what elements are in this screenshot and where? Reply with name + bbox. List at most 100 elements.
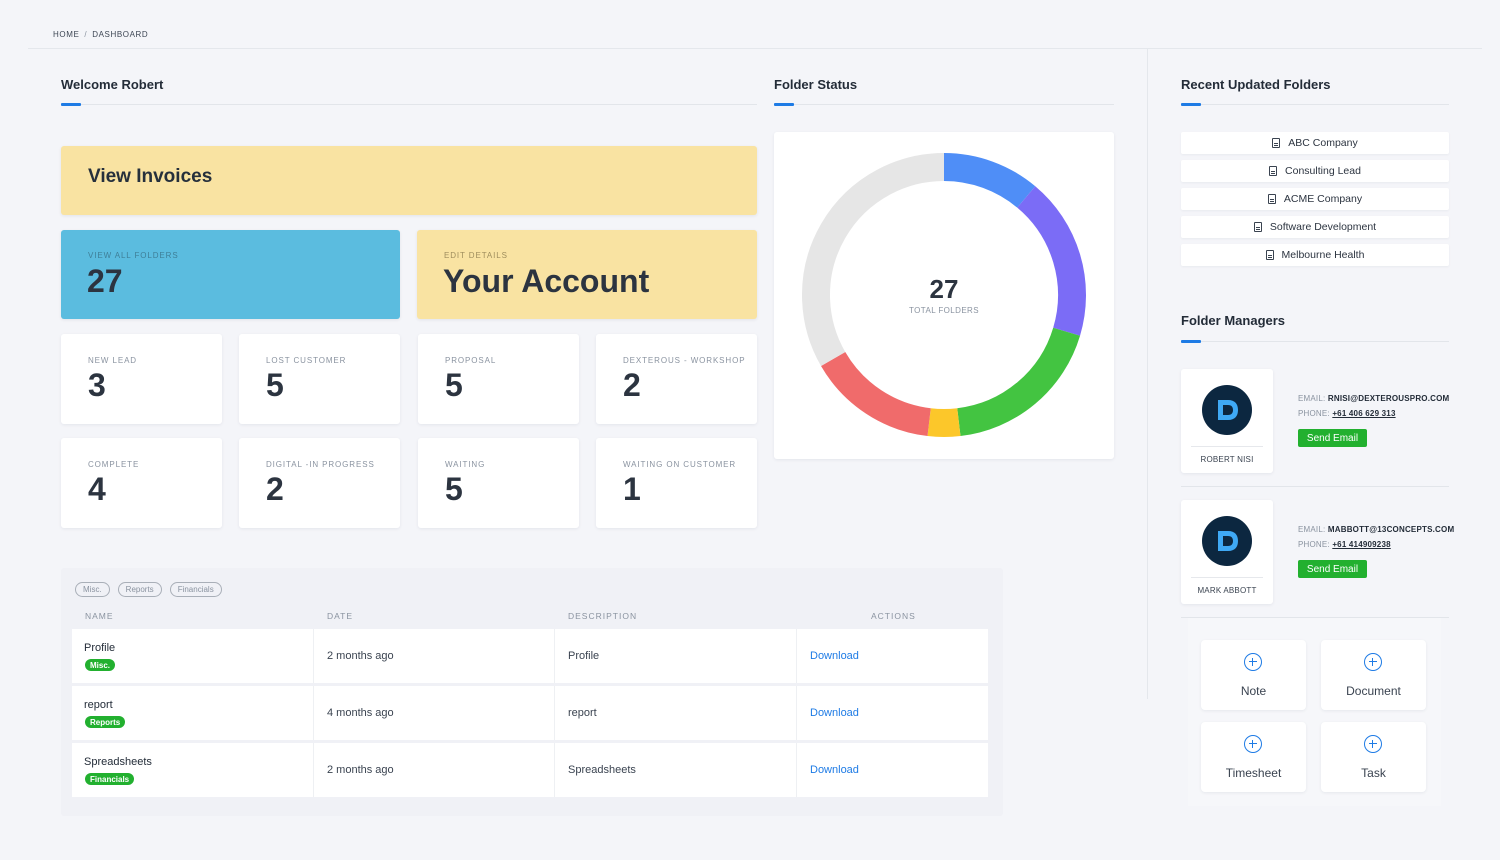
plus-circle-icon — [1244, 735, 1262, 753]
manager-phone[interactable]: +61 406 629 313 — [1332, 409, 1395, 418]
quick-action-label: Task — [1361, 766, 1386, 780]
filter-chips: Misc. Reports Financials — [75, 582, 222, 597]
recent-folder-item[interactable]: Software Development — [1181, 216, 1449, 238]
file-date: 2 months ago — [327, 764, 394, 776]
add-note-button[interactable]: Note — [1201, 640, 1306, 710]
name-cell: report Reports — [72, 686, 313, 740]
header-divider — [28, 48, 1482, 49]
view-all-folders-label: VIEW ALL FOLDERS — [88, 251, 179, 260]
recent-folder-item[interactable]: Consulting Lead — [1181, 160, 1449, 182]
manager-phone[interactable]: +61 414909238 — [1332, 540, 1390, 549]
recent-folder-name: ABC Company — [1288, 137, 1358, 149]
donut-segment-3[interactable] — [956, 327, 1081, 437]
recent-folder-name: ACME Company — [1283, 193, 1363, 205]
stat-value: 4 — [88, 471, 106, 507]
folder-managers-accent — [1181, 340, 1201, 343]
plus-circle-icon — [1244, 653, 1262, 671]
column-header-actions: ACTIONS — [871, 611, 916, 621]
donut-segment-4[interactable] — [927, 408, 961, 437]
plus-circle-icon — [1364, 653, 1382, 671]
view-invoices-label: View Invoices — [88, 166, 213, 187]
recent-folder-item[interactable]: ACME Company — [1181, 188, 1449, 210]
stat-card-lost-customer[interactable]: LOST CUSTOMER 5 — [239, 334, 400, 424]
donut-segment-5[interactable] — [821, 351, 932, 437]
stat-card-digital-in-progress[interactable]: DIGITAL -IN PROGRESS 2 — [239, 438, 400, 528]
add-document-button[interactable]: Document — [1321, 640, 1426, 710]
name-cell: Profile Misc. — [72, 629, 313, 683]
stat-label: WAITING — [445, 460, 486, 469]
file-description: Profile — [568, 650, 600, 662]
your-account-card[interactable]: EDIT DETAILS Your Account — [417, 230, 757, 319]
folder-status-title: Folder Status — [774, 77, 858, 92]
date-cell: 2 months ago — [313, 743, 554, 797]
add-timesheet-button[interactable]: Timesheet — [1201, 722, 1306, 792]
total-folders-label: TOTAL FOLDERS — [909, 306, 979, 315]
download-link[interactable]: Download — [810, 764, 859, 776]
manager-name: ROBERT NISI — [1200, 455, 1254, 464]
stat-label: WAITING ON CUSTOMER — [623, 460, 737, 469]
column-header-date: DATE — [327, 611, 354, 621]
stat-card-waiting-on-customer[interactable]: WAITING ON CUSTOMER 1 — [596, 438, 757, 528]
stat-label: DIGITAL -IN PROGRESS — [266, 460, 375, 469]
table-row: Spreadsheets Financials 2 months ago Spr… — [72, 743, 988, 797]
file-date: 2 months ago — [327, 650, 394, 662]
breadcrumb-home[interactable]: HOME — [53, 30, 79, 39]
your-account-label: Your Account — [443, 263, 650, 299]
column-header-name: NAME — [85, 611, 114, 621]
avatar — [1202, 385, 1252, 435]
recent-folder-name: Software Development — [1269, 221, 1377, 233]
recent-folder-name: Consulting Lead — [1285, 165, 1361, 177]
file-tag: Financials — [85, 773, 135, 785]
view-invoices-card[interactable]: View Invoices — [61, 146, 757, 215]
actions-cell: Download — [796, 686, 988, 740]
email-label: EMAIL: — [1298, 394, 1326, 403]
breadcrumb-separator: / — [84, 30, 88, 39]
file-name: Profile — [84, 642, 116, 654]
stat-label: COMPLETE — [88, 460, 140, 469]
manager-email[interactable]: MABBOTT@13CONCEPTS.COM — [1328, 525, 1454, 534]
welcome-title: Welcome Robert — [61, 77, 164, 92]
document-icon — [1267, 194, 1276, 204]
date-cell: 4 months ago — [313, 686, 554, 740]
file-description: Spreadsheets — [568, 764, 636, 776]
folder-status-rule — [774, 104, 1114, 105]
stat-value: 1 — [623, 471, 641, 507]
manager-card-mark-abbott: MARK ABBOTT — [1181, 500, 1273, 604]
send-email-button[interactable]: Send Email — [1298, 429, 1367, 447]
filter-chip-misc[interactable]: Misc. — [75, 582, 110, 597]
donut-segment-1[interactable] — [943, 153, 1036, 208]
recent-folders-title: Recent Updated Folders — [1181, 77, 1331, 92]
file-name: Spreadsheets — [84, 756, 152, 768]
stat-card-new-lead[interactable]: NEW LEAD 3 — [61, 334, 222, 424]
recent-folder-item[interactable]: Melbourne Health — [1181, 244, 1449, 266]
folder-managers-title: Folder Managers — [1181, 313, 1286, 328]
send-email-button[interactable]: Send Email — [1298, 560, 1367, 578]
table-row: report Reports 4 months ago report Downl… — [72, 686, 988, 740]
manager-email[interactable]: RNISI@DEXTEROUSPRO.COM — [1328, 394, 1450, 403]
welcome-title-accent — [61, 103, 81, 106]
stat-card-proposal[interactable]: PROPOSAL 5 — [418, 334, 579, 424]
recent-folder-item[interactable]: ABC Company — [1181, 132, 1449, 154]
folder-managers-rule — [1181, 341, 1449, 342]
folder-status-accent — [774, 103, 794, 106]
stat-value: 2 — [266, 471, 284, 507]
add-task-button[interactable]: Task — [1321, 722, 1426, 792]
manager-contact-info: EMAIL: MABBOTT@13CONCEPTS.COM PHONE: +61… — [1298, 522, 1454, 552]
view-all-folders-card[interactable]: VIEW ALL FOLDERS 27 — [61, 230, 400, 319]
document-icon — [1265, 250, 1274, 260]
stat-card-complete[interactable]: COMPLETE 4 — [61, 438, 222, 528]
donut-segment-6[interactable] — [802, 153, 945, 366]
column-header-description: DESCRIPTION — [568, 611, 638, 621]
quick-action-label: Document — [1346, 684, 1401, 698]
filter-chip-reports[interactable]: Reports — [117, 582, 162, 597]
folders-count: 27 — [87, 263, 123, 299]
filter-chip-financials[interactable]: Financials — [169, 582, 222, 597]
stat-card-dexterous-workshop[interactable]: DEXTEROUS - WORKSHOP 2 — [596, 334, 757, 424]
stat-label: LOST CUSTOMER — [266, 356, 347, 365]
managers-divider — [1181, 486, 1449, 487]
download-link[interactable]: Download — [810, 707, 859, 719]
stat-card-waiting[interactable]: WAITING 5 — [418, 438, 579, 528]
download-link[interactable]: Download — [810, 650, 859, 662]
phone-label: PHONE: — [1298, 540, 1330, 549]
quick-action-label: Note — [1240, 684, 1267, 698]
